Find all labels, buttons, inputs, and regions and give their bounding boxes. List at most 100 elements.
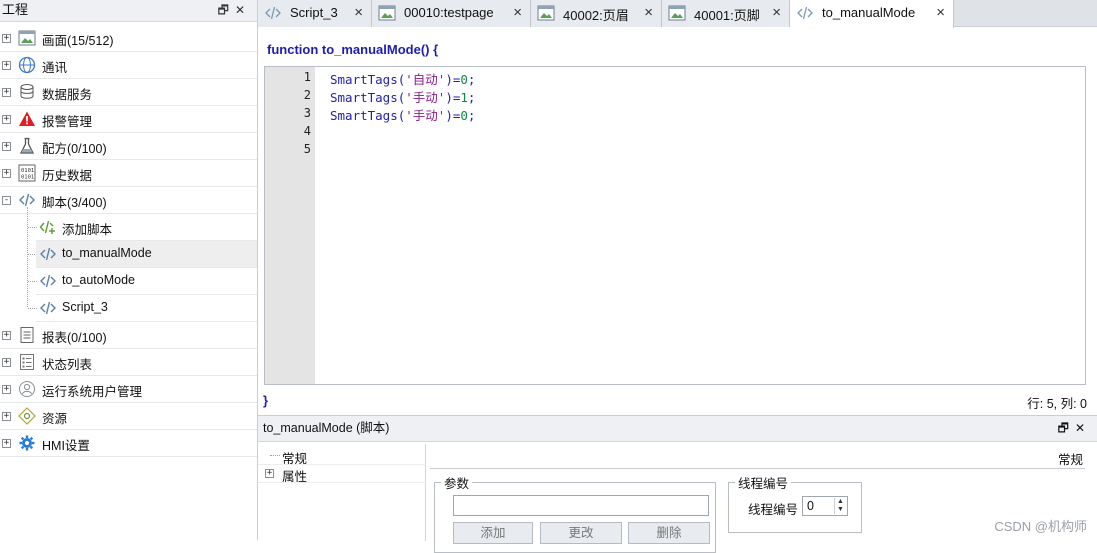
warning-icon	[19, 111, 35, 126]
add-script-icon	[39, 220, 55, 234]
tab-testpage[interactable]: 00010:testpage ×	[372, 0, 531, 27]
thread-legend: 线程编号	[738, 477, 789, 491]
tab-to-manualmode[interactable]: to_manualMode ×	[790, 0, 954, 28]
params-input[interactable]	[453, 495, 709, 516]
expand-toggle[interactable]: +	[2, 115, 11, 124]
properties-title: to_manualMode (脚本)	[263, 421, 390, 435]
report-icon	[20, 327, 34, 343]
tree-item-scripts[interactable]: - 脚本(3/400)	[0, 187, 257, 214]
line-number: 1	[303, 70, 311, 84]
tree-item-label: 历史数据	[42, 169, 93, 183]
tab-label: to_manualMode	[822, 5, 916, 20]
project-panel-header: 工程 🗗✕	[0, 0, 257, 22]
code-icon	[40, 247, 56, 261]
restore-icon[interactable]: 🗗	[218, 3, 235, 17]
binary-icon: 01010101	[18, 164, 36, 182]
database-icon	[20, 84, 34, 99]
tree-item-runtime-user-management[interactable]: + 运行系统用户管理	[0, 376, 257, 403]
expand-toggle[interactable]: +	[2, 358, 11, 367]
tree-item-to-manualmode[interactable]: to_manualMode	[36, 241, 257, 268]
flask-icon	[19, 137, 35, 154]
tree-item-label: 添加脚本	[62, 223, 113, 237]
tree-item-history-data[interactable]: + 0101 0101 历史数据	[0, 160, 257, 187]
tab-label: 40001:页脚	[694, 8, 760, 23]
tree-guide-line	[27, 207, 28, 307]
expand-toggle[interactable]: +	[2, 61, 11, 70]
tree-item-label: to_autoMode	[62, 273, 135, 287]
close-icon[interactable]: ×	[354, 4, 363, 21]
tab-label: Script_3	[290, 5, 338, 20]
tree-item-to-automode[interactable]: to_autoMode	[36, 268, 257, 295]
expand-toggle[interactable]: +	[2, 142, 11, 151]
expand-toggle[interactable]: +	[2, 385, 11, 394]
svg-text:0101: 0101	[21, 175, 34, 181]
tree-item-label: 报警管理	[42, 115, 93, 129]
delete-button[interactable]: 删除	[628, 522, 710, 544]
project-panel-title: 工程	[2, 2, 29, 17]
user-icon	[19, 381, 35, 397]
close-icon[interactable]: ✕	[1075, 421, 1091, 435]
close-icon[interactable]: ✕	[235, 3, 251, 17]
expand-toggle[interactable]: +	[2, 439, 11, 448]
list-icon	[20, 354, 34, 370]
screen-icon	[18, 30, 36, 46]
tree-item-communication[interactable]: + 通讯	[0, 52, 257, 79]
modify-button[interactable]: 更改	[540, 522, 622, 544]
tree-item-alarm-management[interactable]: + 报警管理	[0, 106, 257, 133]
close-icon[interactable]: ×	[936, 4, 945, 21]
tree-item-state-list[interactable]: + 状态列表	[0, 349, 257, 376]
code-icon	[265, 6, 281, 20]
tree-item-resources[interactable]: + 资源	[0, 403, 257, 430]
restore-icon[interactable]: 🗗	[1058, 421, 1075, 435]
tab-script-3[interactable]: Script_3 ×	[258, 0, 372, 27]
line-number: 5	[303, 142, 311, 156]
tab-header-40002[interactable]: 40002:页眉 ×	[531, 0, 662, 27]
resource-icon	[18, 407, 36, 425]
tree-item-add-script[interactable]: 添加脚本	[36, 214, 257, 241]
tree-item-recipe[interactable]: + 配方(0/100)	[0, 133, 257, 160]
expand-toggle[interactable]: +	[2, 88, 11, 97]
code-line[interactable]: SmartTags('手动')=0;	[330, 105, 475, 124]
function-header: function to_manualMode() {	[267, 42, 439, 57]
tree-item-screens[interactable]: + 画面(15/512)	[0, 25, 257, 52]
close-icon[interactable]: ×	[644, 4, 653, 21]
tree-item-hmi-settings[interactable]: + HMI设置	[0, 430, 257, 457]
expand-toggle[interactable]: +	[2, 34, 11, 43]
tree-item-label: 脚本(3/400)	[42, 196, 107, 210]
close-icon[interactable]: ×	[772, 4, 781, 21]
properties-panel: to_manualMode (脚本) 🗗✕ 常规 + 属性 常规 参数 添加 更…	[258, 415, 1097, 553]
globe-icon	[18, 56, 36, 74]
tab-footer-40001[interactable]: 40001:页脚 ×	[662, 0, 790, 27]
properties-tree: 常规 + 属性	[258, 444, 426, 541]
script-editor: function to_manualMode() { 1 2 3 4 5 Sma…	[258, 28, 1097, 412]
line-number: 4	[303, 124, 311, 138]
cursor-position: 行: 5, 列: 0	[1027, 397, 1087, 411]
screen-icon	[378, 5, 396, 21]
expand-toggle[interactable]: +	[2, 331, 11, 340]
tree-item-label: 资源	[42, 412, 68, 426]
line-number-gutter: 1 2 3 4 5	[265, 67, 315, 384]
collapse-toggle[interactable]: -	[2, 196, 11, 205]
expand-toggle[interactable]: +	[2, 412, 11, 421]
tree-item-label: to_manualMode	[62, 246, 152, 260]
tree-item-script-3[interactable]: Script_3	[36, 295, 257, 322]
code-editor[interactable]: 1 2 3 4 5 SmartTags('自动')=0; SmartTags('…	[264, 66, 1086, 385]
add-button[interactable]: 添加	[453, 522, 533, 544]
code-line[interactable]: SmartTags('自动')=0;	[330, 69, 475, 88]
params-legend: 参数	[444, 477, 470, 491]
svg-text:0101: 0101	[21, 168, 34, 174]
tree-item-label: 状态列表	[42, 358, 93, 372]
tree-item-data-service[interactable]: + 数据服务	[0, 79, 257, 106]
thread-number-value: 0	[807, 499, 814, 513]
tree-item-label: HMI设置	[42, 439, 90, 453]
screen-icon	[668, 5, 686, 21]
close-icon[interactable]: ×	[513, 4, 522, 21]
expand-toggle[interactable]: +	[2, 169, 11, 178]
tree-item-reports[interactable]: + 报表(0/100)	[0, 322, 257, 349]
stepper-arrows-icon[interactable]: ▲ ▼	[834, 498, 846, 514]
code-icon	[797, 6, 813, 20]
code-line[interactable]: SmartTags('手动')=1;	[330, 87, 475, 106]
thread-number-stepper[interactable]: 0 ▲ ▼	[802, 496, 848, 516]
expand-toggle[interactable]: +	[265, 469, 274, 478]
watermark: CSDN @机构师	[994, 519, 1087, 534]
